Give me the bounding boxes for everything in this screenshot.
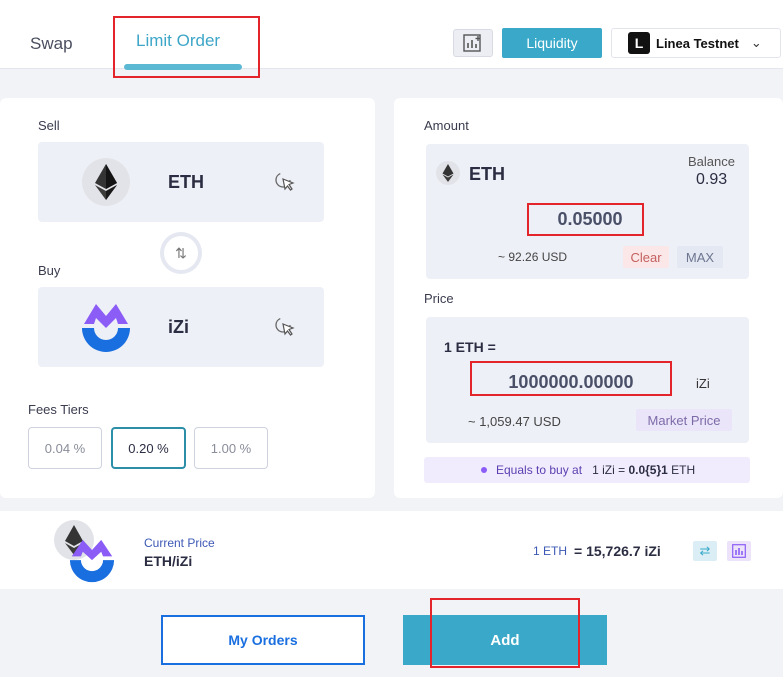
max-button[interactable]: MAX (677, 246, 723, 268)
network-name: Linea Testnet (656, 35, 739, 51)
invert-price-button[interactable]: ⇄ (693, 541, 717, 561)
current-price-lhs: 1 ETH (533, 544, 568, 558)
price-prefix: 1 ETH = (444, 339, 496, 355)
market-price-button[interactable]: Market Price (636, 409, 732, 431)
izi-icon (80, 300, 132, 359)
fee-tier-option[interactable]: 1.00 % (194, 427, 268, 469)
buy-token-name: iZi (168, 317, 189, 337)
izi-icon (68, 538, 116, 589)
equals-value: 0.0{5}1 (628, 463, 668, 477)
my-orders-button[interactable]: My Orders (161, 615, 365, 665)
balance-label: Balance (688, 154, 735, 169)
swap-direction-button[interactable]: ⇅ (160, 232, 202, 274)
bullet-dot-icon (481, 467, 487, 473)
price-unit: iZi (696, 376, 710, 391)
pair-name: ETH/iZi (144, 553, 193, 569)
cursor-select-icon[interactable] (274, 171, 296, 198)
cursor-select-icon[interactable] (274, 316, 296, 343)
equals-unit: 1 iZi = (592, 463, 626, 477)
linea-logo-icon: L (628, 32, 650, 54)
liquidity-button[interactable]: Liquidity (502, 28, 602, 58)
equals-text: Equals to buy at (496, 463, 583, 477)
amount-usd: ~ 92.26 USD (498, 250, 568, 264)
amount-label: Amount (424, 118, 469, 133)
equals-token: ETH (671, 463, 696, 477)
eth-icon (436, 161, 460, 185)
sell-label: Sell (38, 118, 60, 133)
highlight-box (430, 598, 580, 668)
current-price-label: Current Price (144, 536, 215, 550)
chevron-down-icon: ⌄ (750, 35, 762, 50)
current-price-card (0, 511, 783, 589)
fee-tier-option-selected[interactable]: 0.20 % (111, 427, 186, 469)
fees-tiers-label: Fees Tiers (28, 402, 89, 417)
network-selector[interactable]: L Linea Testnet ⌄ (611, 28, 781, 58)
price-chart-button[interactable] (727, 541, 751, 561)
price-usd: ~ 1,059.47 USD (468, 414, 561, 429)
eth-icon (82, 158, 130, 206)
sell-token-name: ETH (168, 172, 204, 192)
fee-tier-option[interactable]: 0.04 % (28, 427, 102, 469)
swap-arrows-icon: ⇅ (164, 236, 198, 270)
buy-label: Buy (38, 263, 61, 278)
chart-toggle-button[interactable] (453, 29, 493, 57)
highlight-box (527, 203, 644, 236)
equals-text-line: Equals to buy at 1 iZi = 0.0{5}1 ETH (496, 463, 695, 477)
amount-token-name: ETH (469, 164, 505, 184)
highlight-box (113, 16, 260, 78)
tab-swap[interactable]: Swap (30, 34, 73, 54)
balance-value: 0.93 (696, 171, 728, 188)
bar-chart-icon (732, 544, 746, 558)
price-label: Price (424, 291, 454, 306)
current-price-rhs: = 15,726.7 iZi (574, 543, 661, 559)
swap-arrows-icon: ⇄ (699, 543, 711, 558)
chart-plus-icon (463, 34, 481, 52)
clear-button[interactable]: Clear (623, 246, 669, 268)
highlight-box (470, 361, 672, 396)
